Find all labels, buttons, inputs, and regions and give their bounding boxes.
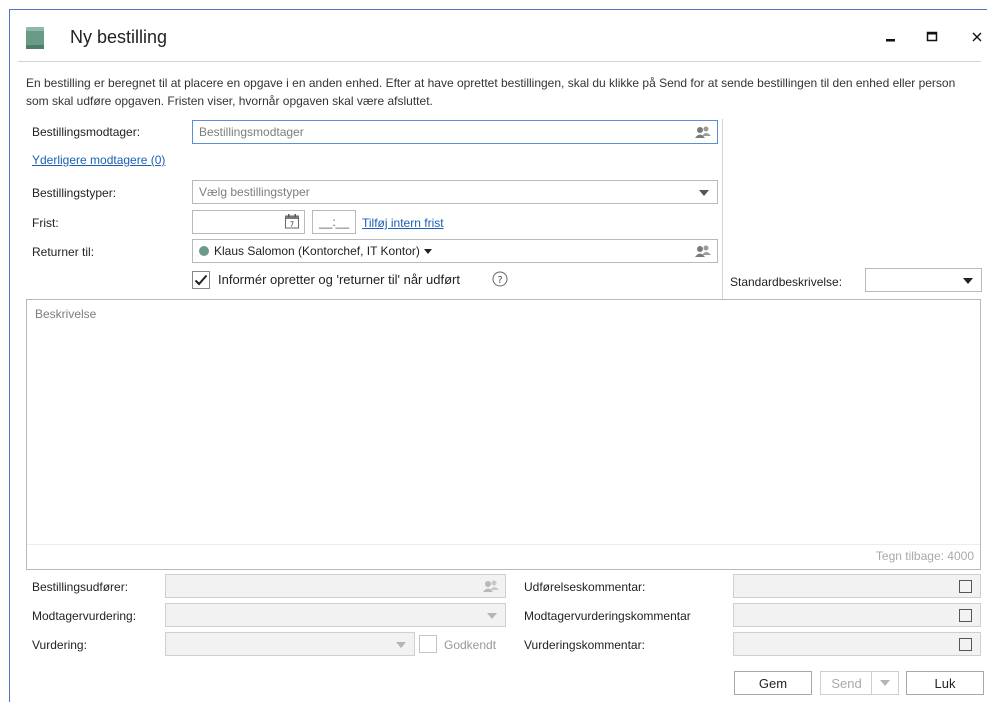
return-to-input[interactable]: Klaus Salomon (Kontorchef, IT Kontor) [192,239,718,263]
save-button[interactable]: Gem [734,671,812,695]
rating-comment-label: Vurderingskommentar: [524,638,645,652]
close-button[interactable] [962,24,987,50]
return-to-label: Returner til: [32,245,95,259]
status-dot [199,246,209,256]
expand-icon[interactable] [959,609,972,622]
people-picker-icon [483,580,499,592]
order-types-placeholder: Vælg bestillingstyper [199,185,310,199]
return-to-value: Klaus Salomon (Kontorchef, IT Kontor) [214,244,420,258]
checkmark-icon [194,274,208,286]
character-counter: Tegn tilbage: 4000 [875,549,974,563]
standard-desc-select[interactable] [865,268,982,292]
send-options-button[interactable] [871,671,899,695]
add-internal-deadline-link[interactable]: Tilføj intern frist [362,216,444,230]
chevron-down-icon [396,642,406,648]
send-button[interactable]: Send [820,671,872,695]
recipient-input[interactable]: Bestillingsmodtager [192,120,718,144]
order-types-select[interactable]: Vælg bestillingstyper [192,180,718,204]
minimize-button[interactable] [876,24,906,50]
recipient-rating-comment-input[interactable] [733,603,981,627]
standard-desc-label: Standardbeskrivelse: [730,275,843,289]
deadline-label: Frist: [32,216,59,230]
svg-text:?: ? [497,275,502,286]
recipient-label: Bestillingsmodtager: [32,125,141,139]
rating-label: Vurdering: [32,638,87,652]
maximize-icon [926,31,938,42]
help-icon[interactable]: ? [492,271,508,287]
order-types-label: Bestillingstyper: [32,186,117,200]
description-placeholder: Beskrivelse [35,307,97,321]
app-book-icon [26,27,44,49]
svg-text:7: 7 [290,221,294,229]
rating-comment-input[interactable] [733,632,981,656]
people-picker-icon[interactable] [695,244,711,258]
description-textarea[interactable]: Beskrivelse Tegn tilbage: 4000 [26,299,981,570]
executor-label: Bestillingsudfører: [32,580,129,594]
notify-checkbox-label[interactable]: Informér opretter og 'returner til' når … [218,272,460,287]
form-divider [722,119,723,300]
maximize-button[interactable] [917,24,947,50]
recipient-rating-select[interactable] [165,603,506,627]
executor-input[interactable] [165,574,506,598]
recipient-rating-comment-label: Modtagervurderingskommentar [524,609,691,623]
chevron-down-icon [699,190,709,196]
approved-checkbox[interactable] [419,635,437,653]
deadline-time-input[interactable]: __:__ [312,210,356,234]
recipient-rating-label: Modtagervurdering: [32,609,137,623]
calendar-icon[interactable]: 7 [285,214,299,229]
approved-label: Godkendt [444,638,497,652]
description-footer-divider [27,544,980,545]
caret-down-icon[interactable] [423,248,432,254]
intro-text: En bestilling er beregnet til at placere… [26,76,956,108]
execution-comment-input[interactable] [733,574,981,598]
chevron-down-icon [487,613,497,619]
rating-select[interactable] [165,632,415,656]
close-icon [972,32,982,42]
minimize-icon [886,39,895,42]
title-divider [18,61,981,62]
expand-icon[interactable] [959,580,972,593]
recipient-placeholder: Bestillingsmodtager [199,125,304,139]
deadline-date-input[interactable]: 7 [192,210,305,234]
people-picker-icon[interactable] [695,125,711,139]
order-dialog: Ny bestilling En bestilling er beregnet … [9,9,987,702]
dialog-title: Ny bestilling [70,27,168,47]
execution-comment-label: Udførelseskommentar: [524,580,646,594]
notify-checkbox[interactable] [192,271,210,289]
deadline-time-value: __:__ [318,215,350,229]
chevron-down-icon [880,680,890,686]
chevron-down-icon [963,278,973,284]
more-recipients-link[interactable]: Yderligere modtagere (0) [32,153,165,167]
expand-icon[interactable] [959,638,972,651]
close-dialog-button[interactable]: Luk [906,671,984,695]
